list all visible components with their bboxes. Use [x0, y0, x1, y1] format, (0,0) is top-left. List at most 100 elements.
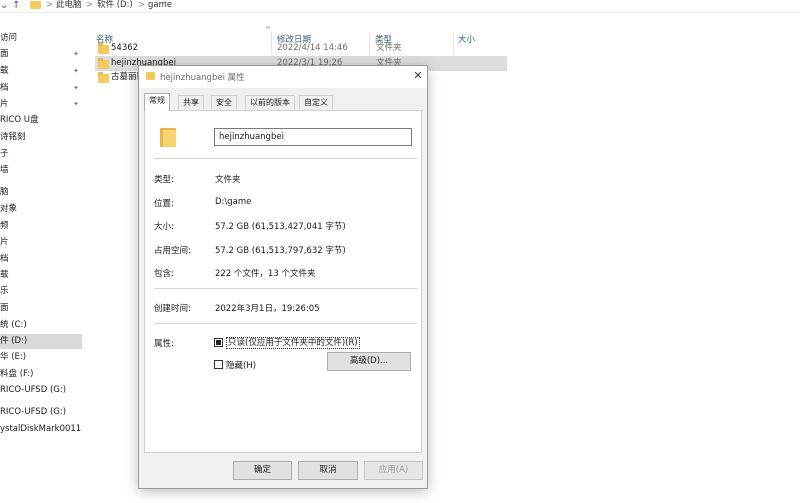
- up-button[interactable]: ↑: [12, 0, 20, 11]
- sidebar-item-label: 档: [0, 254, 9, 264]
- divider: [154, 158, 417, 159]
- disk-size-value: 57.2 GB (61,513,797,632 字节): [215, 246, 346, 256]
- sidebar-item-label: 频: [0, 221, 9, 231]
- crumb-drive-d[interactable]: 软件 (D:): [97, 0, 133, 11]
- sidebar-item-desktop-pc[interactable]: 面: [0, 301, 82, 316]
- sidebar-item-label: 片: [0, 99, 9, 109]
- sidebar-item-label: 面: [0, 49, 9, 59]
- file-name: 54362: [111, 43, 139, 53]
- folder-name-input[interactable]: hejinzhuangbei: [214, 128, 412, 146]
- chevron-down-icon[interactable]: ⌄: [0, 0, 8, 11]
- hidden-checkbox-label[interactable]: 隐藏(H): [226, 359, 256, 371]
- tab-security[interactable]: 安全: [211, 95, 237, 110]
- contains-label: 包含:: [154, 269, 174, 279]
- crumb-sep-icon: >: [46, 0, 54, 10]
- crumb-this-pc[interactable]: 此电脑: [56, 0, 82, 11]
- location-value: D:\game: [215, 197, 252, 207]
- sidebar-item-drive-f[interactable]: 料盘 (F:): [0, 367, 82, 382]
- address-bar: ⌄ ↑ > 此电脑 > 软件 (D:) > game: [0, 0, 800, 13]
- sidebar-item-folder[interactable]: 子: [0, 147, 82, 162]
- ok-button[interactable]: 确定: [233, 461, 292, 480]
- sidebar-item-drive-g-2[interactable]: RICO-UFSD (G:): [0, 405, 82, 420]
- divider: [154, 323, 417, 324]
- folder-icon: [98, 72, 109, 83]
- file-type: 文件夹: [376, 43, 402, 53]
- navigation-pane: 访问 面 ✦ 载 ✦ 档 ✦ 片 ✦ RICO U盘 诗铭刻 子 墙 脑 对象 频 片 …: [0, 14, 82, 503]
- sidebar-item-folder[interactable]: 诗铭刻: [0, 130, 82, 145]
- sidebar-item-drive-d[interactable]: 件 (D:): [0, 334, 82, 349]
- created-value: 2022年3月1日，19:26:05: [215, 304, 320, 314]
- readonly-checkbox-label[interactable]: 只读(仅应用于文件夹中的文件)(R): [226, 336, 360, 349]
- sidebar-item-label: RICO-UFSD (G:): [0, 385, 67, 395]
- sidebar-item-label: 墙: [0, 165, 9, 175]
- file-modified: 2022/4/14 14:46: [277, 43, 348, 53]
- pin-icon: ✦: [73, 50, 79, 58]
- readonly-label-text: 只读(仅应用于文件夹中的文件)(R): [226, 337, 360, 349]
- sidebar-item-label: RICO-UFSD (G:): [0, 407, 67, 417]
- sidebar-item-label: 诗铭刻: [0, 132, 26, 142]
- size-value: 57.2 GB (61,513,427,041 字节): [215, 222, 346, 232]
- created-label: 创建时间:: [154, 304, 191, 314]
- tab-sharing[interactable]: 共享: [178, 95, 204, 110]
- tab-general[interactable]: 常规: [144, 93, 170, 111]
- sidebar-item-quick-access[interactable]: 访问: [0, 31, 82, 46]
- sidebar-item-label: 片: [0, 237, 9, 247]
- file-row[interactable]: 54362 2022/4/14 14:46 文件夹: [95, 41, 507, 56]
- tab-customize[interactable]: 自定义: [299, 95, 333, 110]
- apply-button[interactable]: 应用(A): [364, 461, 423, 480]
- sidebar-item-crystaldiskmark[interactable]: ystalDiskMark00118: [0, 422, 82, 437]
- size-label: 大小:: [154, 222, 174, 232]
- location-label: 位置:: [154, 199, 174, 209]
- sidebar-item-folder[interactable]: 墙: [0, 163, 82, 178]
- sidebar-item-desktop[interactable]: 面 ✦: [0, 47, 82, 62]
- tab-previous-versions[interactable]: 以前的版本: [245, 95, 295, 110]
- sidebar-item-label: 料盘 (F:): [0, 369, 34, 379]
- sidebar-item-label: 子: [0, 149, 9, 159]
- sidebar-item-drive-g[interactable]: RICO-UFSD (G:): [0, 383, 82, 398]
- attributes-label: 属性:: [154, 339, 174, 349]
- readonly-checkbox[interactable]: [214, 338, 223, 347]
- sidebar-item-pictures[interactable]: 片 ✦: [0, 97, 82, 112]
- dialog-title-bar[interactable]: hejinzhuangbei 属性 ✕: [139, 66, 427, 88]
- sidebar-item-label: 脑: [0, 187, 9, 197]
- sidebar-item-music[interactable]: 乐: [0, 284, 82, 299]
- pin-icon: ✦: [73, 84, 79, 92]
- sidebar-item-label: 载: [0, 270, 9, 280]
- sidebar-item-label: RICO U盘: [0, 115, 39, 125]
- sidebar-item-downloads[interactable]: 载 ✦: [0, 64, 82, 79]
- crumb-sep-icon: >: [86, 0, 94, 10]
- type-value: 文件夹: [215, 175, 241, 185]
- sidebar-item-documents-pc[interactable]: 档: [0, 252, 82, 267]
- crumb-game[interactable]: game: [148, 0, 172, 11]
- folder-icon: [98, 43, 109, 54]
- sidebar-item-this-pc[interactable]: 脑: [0, 185, 82, 200]
- disk-size-label: 占用空间:: [154, 246, 191, 256]
- sidebar-item-pictures-pc[interactable]: 片: [0, 235, 82, 250]
- pin-icon: ✦: [73, 67, 79, 75]
- folder-icon: [160, 126, 176, 147]
- type-label: 类型:: [154, 175, 174, 185]
- sidebar-item-drive-e[interactable]: 华 (E:): [0, 350, 82, 365]
- contains-value: 222 个文件，13 个文件夹: [215, 269, 316, 279]
- folder-icon: [30, 1, 41, 9]
- crumb-sep-icon: >: [138, 0, 146, 10]
- sidebar-item-label: 面: [0, 303, 9, 313]
- close-icon[interactable]: ✕: [411, 69, 425, 83]
- sidebar-item-label: 乐: [0, 286, 9, 296]
- sidebar-item-downloads-pc[interactable]: 载: [0, 268, 82, 283]
- sidebar-item-drive-c[interactable]: 统 (C:): [0, 318, 82, 333]
- advanced-button[interactable]: 高级(D)...: [327, 352, 411, 371]
- divider: [154, 288, 417, 289]
- sidebar-item-label: 档: [0, 83, 9, 93]
- hidden-checkbox[interactable]: [214, 360, 223, 369]
- sidebar-item-3d-objects[interactable]: 对象: [0, 202, 82, 217]
- sidebar-item-label: 件 (D:): [0, 336, 28, 346]
- sidebar-item-usb[interactable]: RICO U盘: [0, 113, 82, 128]
- cancel-button[interactable]: 取消: [298, 461, 358, 480]
- properties-dialog: hejinzhuangbei 属性 ✕ 常规 共享 安全 以前的版本 自定义 h…: [138, 65, 428, 489]
- sidebar-item-label: 统 (C:): [0, 320, 27, 330]
- sidebar-item-documents[interactable]: 档 ✦: [0, 81, 82, 96]
- sidebar-item-videos[interactable]: 频: [0, 219, 82, 234]
- sidebar-item-label: 华 (E:): [0, 352, 27, 362]
- folder-icon: [98, 58, 109, 69]
